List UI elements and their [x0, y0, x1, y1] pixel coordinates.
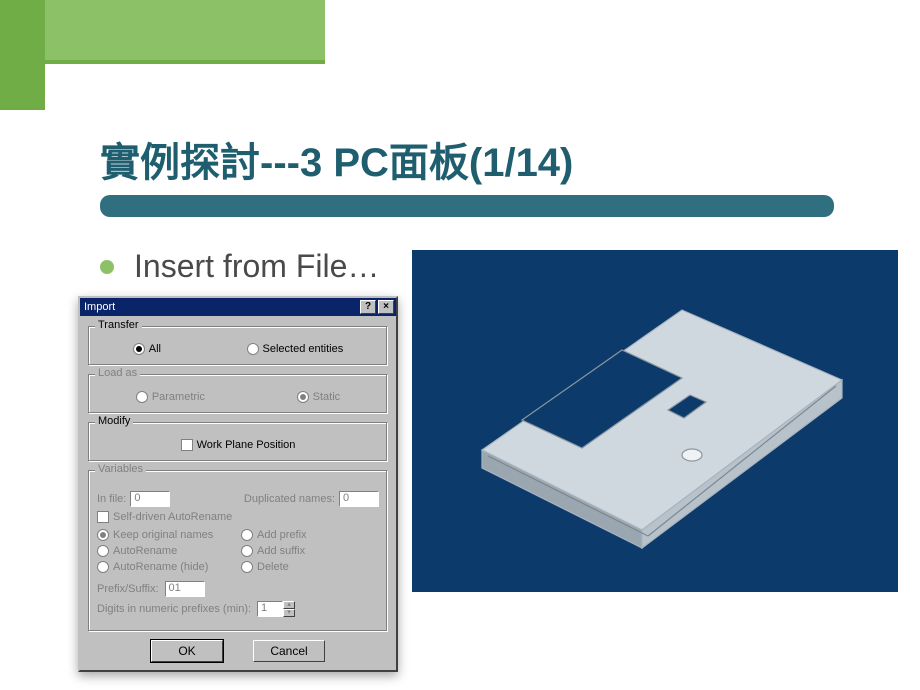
- deco-shape: [45, 60, 325, 64]
- infile-field: 0: [130, 491, 170, 507]
- option-label: Selected entities: [263, 343, 344, 355]
- deco-shape: [0, 0, 45, 110]
- autorename-option: AutoRename: [97, 545, 235, 557]
- autorename-hide-option: AutoRename (hide): [97, 561, 235, 573]
- option-label: Delete: [257, 561, 289, 573]
- transfer-group: Transfer All Selected entities: [88, 326, 388, 366]
- ok-button[interactable]: OK: [151, 640, 223, 662]
- prefix-suffix-label: Prefix/Suffix:: [97, 583, 159, 595]
- cad-viewport: [412, 250, 898, 592]
- dupnames-label: Duplicated names:: [244, 493, 335, 505]
- radio-icon: [133, 343, 145, 355]
- radio-icon: [297, 391, 309, 403]
- radio-icon: [97, 545, 109, 557]
- digits-label: Digits in numeric prefixes (min):: [97, 603, 251, 615]
- bullet-icon: [100, 260, 114, 274]
- import-dialog: Import ? × Transfer All Selected entitie…: [78, 296, 398, 672]
- spin-up-icon: ▴: [283, 601, 295, 609]
- loadas-parametric-option: Parametric: [136, 391, 205, 403]
- delete-option: Delete: [241, 561, 379, 573]
- title-underline: [100, 195, 834, 217]
- dialog-titlebar[interactable]: Import ? ×: [80, 298, 396, 316]
- add-suffix-option: Add suffix: [241, 545, 379, 557]
- bullet-text: Insert from File…: [134, 248, 379, 285]
- variables-group: Variables In file: 0 Duplicated names: 0…: [88, 470, 388, 632]
- radio-icon: [241, 529, 253, 541]
- transfer-selected-option[interactable]: Selected entities: [247, 343, 344, 355]
- checkbox-icon: [97, 511, 109, 523]
- option-label: Add suffix: [257, 545, 305, 557]
- checkbox-icon: [181, 439, 193, 451]
- checkbox-label: Self-driven AutoRename: [113, 511, 232, 523]
- selfdriven-checkbox: Self-driven AutoRename: [97, 511, 232, 523]
- radio-icon: [241, 561, 253, 573]
- loadas-group: Load as Parametric Static: [88, 374, 388, 414]
- option-label: Keep original names: [113, 529, 213, 541]
- digits-spinner: 1 ▴ ▾: [257, 601, 295, 617]
- digits-field: 1: [257, 601, 283, 617]
- add-prefix-option: Add prefix: [241, 529, 379, 541]
- radio-icon: [97, 561, 109, 573]
- spin-down-icon: ▾: [283, 609, 295, 617]
- option-label: Parametric: [152, 391, 205, 403]
- option-label: AutoRename: [113, 545, 177, 557]
- option-label: Add prefix: [257, 529, 307, 541]
- bullet-item: Insert from File…: [100, 248, 379, 285]
- cancel-button[interactable]: Cancel: [253, 640, 325, 662]
- option-label: Static: [313, 391, 341, 403]
- radio-icon: [97, 529, 109, 541]
- keep-original-option: Keep original names: [97, 529, 235, 541]
- option-label: AutoRename (hide): [113, 561, 208, 573]
- workplane-checkbox[interactable]: Work Plane Position: [181, 439, 296, 451]
- dupnames-field: 0: [339, 491, 379, 507]
- radio-icon: [247, 343, 259, 355]
- checkbox-label: Work Plane Position: [197, 439, 296, 451]
- slide-title: 實例探討---3 PC面板(1/14): [100, 130, 780, 188]
- group-legend: Modify: [95, 415, 133, 427]
- infile-label: In file:: [97, 493, 126, 505]
- group-legend: Transfer: [95, 319, 142, 331]
- group-legend: Load as: [95, 367, 140, 379]
- prefix-suffix-field: 01: [165, 581, 205, 597]
- deco-shape: [45, 0, 325, 60]
- help-button[interactable]: ?: [360, 300, 376, 314]
- transfer-all-option[interactable]: All: [133, 343, 161, 355]
- loadas-static-option: Static: [297, 391, 341, 403]
- option-label: All: [149, 343, 161, 355]
- modify-group: Modify Work Plane Position: [88, 422, 388, 462]
- radio-icon: [136, 391, 148, 403]
- radio-icon: [241, 545, 253, 557]
- close-button[interactable]: ×: [378, 300, 394, 314]
- group-legend: Variables: [95, 463, 146, 475]
- dialog-title: Import: [82, 301, 358, 313]
